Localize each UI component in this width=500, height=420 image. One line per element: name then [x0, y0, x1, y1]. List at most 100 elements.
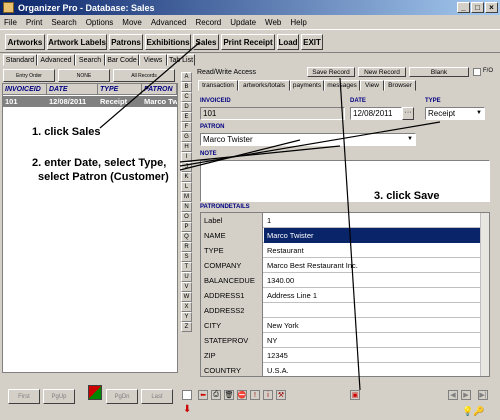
save-disk-icon[interactable]: ▣	[350, 390, 360, 400]
menu-update[interactable]: Update	[230, 18, 256, 27]
patron-select[interactable]: Marco Twister ▼	[200, 133, 416, 146]
detail-value[interactable]: Restaurant	[264, 243, 489, 258]
artwork-labels-button[interactable]: Artwork Labels	[47, 34, 107, 50]
tab-view[interactable]: View	[360, 80, 384, 91]
detail-value[interactable]: Address Line 1	[264, 288, 489, 303]
alpha-index-h[interactable]: H	[181, 142, 192, 152]
stop-icon[interactable]: ⛔	[237, 390, 247, 400]
pgdn-button[interactable]: PgDn	[106, 389, 138, 404]
alpha-index-l[interactable]: L	[181, 182, 192, 192]
artworks-button[interactable]: Artworks	[5, 34, 45, 50]
alert-icon[interactable]: !	[250, 390, 260, 400]
palette-icon[interactable]	[88, 385, 102, 400]
detail-value[interactable]: U.S.A.	[264, 363, 489, 376]
alpha-index-n[interactable]: N	[181, 202, 192, 212]
minimize-button[interactable]: _	[457, 2, 470, 13]
end-icon[interactable]: ▶|	[478, 390, 488, 400]
alpha-index-g[interactable]: G	[181, 132, 192, 142]
menu-search[interactable]: Search	[51, 18, 76, 27]
note-textarea[interactable]	[200, 160, 490, 202]
tab-search[interactable]: Search	[75, 54, 105, 66]
menu-file[interactable]: File	[4, 18, 17, 27]
print-icon[interactable]: ⎙	[211, 390, 221, 400]
sort-none-button[interactable]: NONE	[58, 69, 110, 82]
menu-record[interactable]: Record	[195, 18, 221, 27]
col-date[interactable]: DATE	[47, 84, 98, 95]
tab-tab-list[interactable]: Tab List	[167, 54, 195, 66]
col-patron[interactable]: PATRON	[142, 84, 177, 95]
menu-web[interactable]: Web	[265, 18, 281, 27]
entry-order-button[interactable]: Entry Order	[3, 69, 55, 82]
detail-value[interactable]: Marco Best Restaurant Inc.	[264, 258, 489, 273]
date-field[interactable]: 12/08/2011	[350, 107, 402, 120]
exhibitions-button[interactable]: Exhibitions	[145, 34, 191, 50]
load-button[interactable]: Load	[277, 34, 299, 50]
alpha-index-y[interactable]: Y	[181, 312, 192, 322]
alpha-index-s[interactable]: S	[181, 252, 192, 262]
close-button[interactable]: ×	[485, 2, 498, 13]
alpha-index-w[interactable]: W	[181, 292, 192, 302]
back-arrow-icon[interactable]: ⬅	[198, 390, 208, 400]
tab-messages[interactable]: messages	[324, 80, 360, 91]
sales-button[interactable]: Sales	[193, 34, 219, 50]
save-record-button[interactable]: Save Record	[307, 67, 355, 77]
previous-icon[interactable]: ◀	[448, 390, 458, 400]
tab-standard[interactable]: Standard	[3, 54, 37, 66]
menu-advanced[interactable]: Advanced	[151, 18, 187, 27]
blank-button[interactable]: Blank	[409, 67, 469, 77]
tool-icon[interactable]: ⚒	[276, 390, 286, 400]
alpha-index-o[interactable]: O	[181, 212, 192, 222]
last-button[interactable]: Last	[141, 389, 173, 404]
tab-payments[interactable]: payments	[290, 80, 324, 91]
alpha-index-t[interactable]: T	[181, 262, 192, 272]
detail-value[interactable]: Marco Twister	[264, 228, 489, 243]
table-row[interactable]: ZIP 12345	[201, 348, 489, 363]
filter-checkbox[interactable]	[473, 68, 481, 76]
alpha-index-q[interactable]: Q	[181, 232, 192, 242]
new-record-button[interactable]: New Record	[358, 67, 406, 77]
col-invoiceid[interactable]: INVOICEID	[3, 84, 47, 95]
menu-print[interactable]: Print	[26, 18, 42, 27]
date-picker-button[interactable]: ···	[402, 107, 414, 120]
patron-details-table[interactable]: PHONE1222-234-2222COUNTRYU.S.A.ZIP12345S…	[200, 212, 490, 377]
alpha-index-c[interactable]: C	[181, 92, 192, 102]
print-receipt-button[interactable]: Print Receipt	[221, 34, 275, 50]
alpha-index-z[interactable]: Z	[181, 322, 192, 332]
detail-value[interactable]: 1340.00	[264, 273, 489, 288]
all-records-button[interactable]: All Records	[113, 69, 175, 82]
menu-help[interactable]: Help	[290, 18, 306, 27]
alpha-index-v[interactable]: V	[181, 282, 192, 292]
table-row[interactable]: 101 12/08/2011 Receipt Marco Twister	[3, 96, 177, 107]
alpha-index-p[interactable]: P	[181, 222, 192, 232]
trash-icon[interactable]: 🗑	[224, 390, 234, 400]
table-row[interactable]: ADDRESS2	[201, 303, 489, 318]
alpha-index-k[interactable]: K	[181, 172, 192, 182]
table-row[interactable]: Label 1	[201, 213, 489, 228]
tab-bar-code[interactable]: Bar Code	[105, 54, 139, 66]
alpha-index-u[interactable]: U	[181, 272, 192, 282]
table-row[interactable]: STATEPROV NY	[201, 333, 489, 348]
detail-value[interactable]: 12345	[264, 348, 489, 363]
tab-views[interactable]: Views	[139, 54, 167, 66]
pgup-button[interactable]: PgUp	[43, 389, 75, 404]
alpha-index-b[interactable]: B	[181, 82, 192, 92]
menu-options[interactable]: Options	[86, 18, 114, 27]
menu-move[interactable]: Move	[122, 18, 142, 27]
table-row[interactable]: NAME Marco Twister	[201, 228, 489, 243]
info-icon[interactable]: i	[263, 390, 273, 400]
alpha-index-i[interactable]: I	[181, 152, 192, 162]
table-row[interactable]: ADDRESS1 Address Line 1	[201, 288, 489, 303]
tab-advanced[interactable]: Advanced	[37, 54, 75, 66]
alpha-index-x[interactable]: X	[181, 302, 192, 312]
maximize-button[interactable]: □	[471, 2, 484, 13]
table-row[interactable]: BALANCEDUE 1340.00	[201, 273, 489, 288]
alpha-index-d[interactable]: D	[181, 102, 192, 112]
next-icon[interactable]: ▶	[461, 390, 471, 400]
alpha-index-j[interactable]: J	[181, 162, 192, 172]
alpha-index-m[interactable]: M	[181, 192, 192, 202]
tab-browser[interactable]: Browser	[384, 80, 416, 91]
table-row[interactable]: COUNTRY U.S.A.	[201, 363, 489, 376]
detail-value[interactable]: New York	[264, 318, 489, 333]
table-row[interactable]: COMPANY Marco Best Restaurant Inc.	[201, 258, 489, 273]
detail-value[interactable]: 1	[264, 213, 489, 228]
